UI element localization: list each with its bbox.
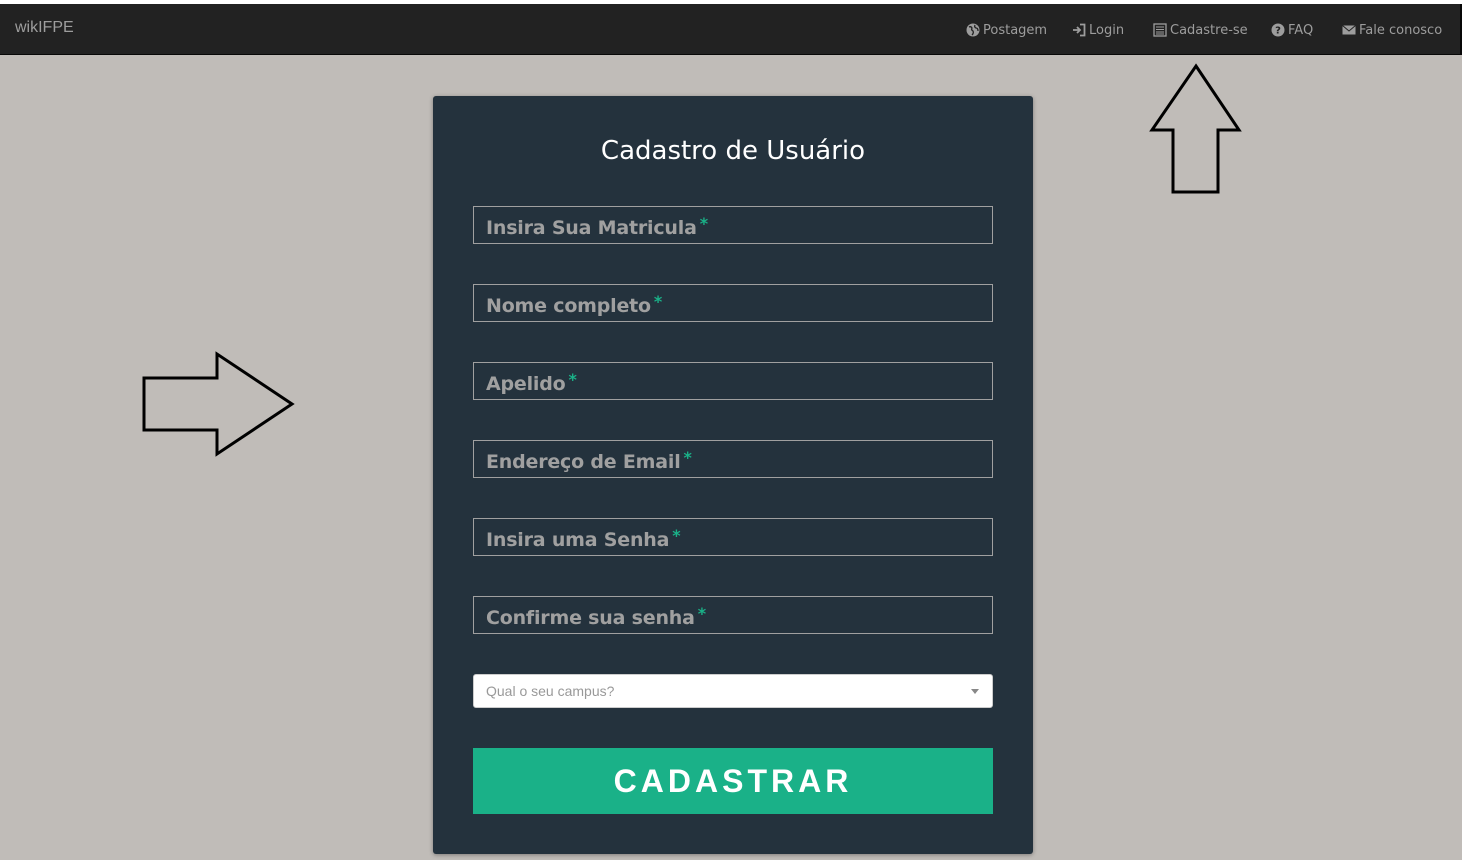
chevron-down-icon	[971, 689, 979, 694]
globe-icon	[966, 23, 980, 37]
senha-field[interactable]: Insira uma Senha *	[473, 518, 993, 556]
login-icon	[1072, 23, 1086, 37]
nav-item-postagem[interactable]: Postagem	[966, 20, 1047, 40]
up-arrow-annotation	[1149, 63, 1242, 194]
confirme-senha-field[interactable]: Confirme sua senha *	[473, 596, 993, 634]
required-marker: *	[653, 292, 663, 311]
field-label: Apelido *	[486, 370, 577, 395]
nav-item-label: Cadastre-se	[1170, 22, 1248, 38]
brand-link[interactable]: wikIFPE	[15, 19, 74, 37]
navbar: wikIFPE Postagem Login Cadastre-se ? FAQ…	[0, 4, 1462, 55]
required-marker: *	[697, 604, 706, 623]
cadastrar-button[interactable]: CADASTRAR	[473, 748, 993, 814]
form-title: Cadastro de Usuário	[600, 136, 866, 166]
email-field[interactable]: Endereço de Email *	[473, 440, 993, 478]
envelope-icon	[1342, 23, 1356, 37]
campus-select-placeholder: Qual o seu campus?	[486, 683, 615, 699]
required-marker: *	[672, 526, 681, 545]
nav-item-label: Postagem	[983, 22, 1048, 38]
nav-item-fale-conosco[interactable]: Fale conosco	[1342, 20, 1442, 40]
right-arrow-annotation	[142, 351, 295, 457]
field-label: Insira Sua Matricula *	[486, 214, 708, 239]
nav-item-login[interactable]: Login	[1072, 20, 1124, 40]
field-label: Insira uma Senha *	[486, 526, 681, 551]
nav-item-label: Fale conosco	[1359, 22, 1443, 38]
nome-completo-field[interactable]: Nome completo *	[473, 284, 993, 322]
field-label: Confirme sua senha *	[486, 604, 706, 629]
required-marker: *	[699, 214, 708, 233]
svg-text:?: ?	[1275, 26, 1281, 37]
nav-item-label: Login	[1089, 22, 1125, 38]
field-label: Nome completo *	[486, 292, 663, 317]
campus-select[interactable]: Qual o seu campus?	[473, 674, 993, 708]
question-circle-icon: ?	[1271, 23, 1285, 37]
apelido-field[interactable]: Apelido *	[473, 362, 993, 400]
list-alt-icon	[1153, 23, 1167, 37]
nav-item-faq[interactable]: ? FAQ	[1271, 20, 1313, 40]
required-marker: *	[683, 448, 692, 467]
matricula-field[interactable]: Insira Sua Matricula *	[473, 206, 993, 244]
field-label: Endereço de Email *	[486, 448, 692, 473]
registration-form: Cadastro de Usuário Insira Sua Matricula…	[433, 96, 1033, 854]
required-marker: *	[568, 370, 577, 389]
nav-item-label: FAQ	[1288, 22, 1314, 38]
nav-item-cadastre-se[interactable]: Cadastre-se	[1153, 20, 1248, 40]
